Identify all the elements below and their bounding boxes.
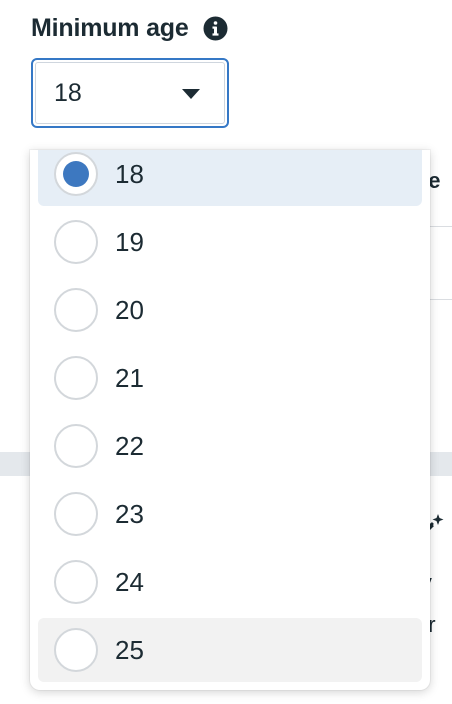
age-option[interactable]: 21: [38, 346, 422, 410]
radio-button[interactable]: [54, 356, 98, 400]
option-label: 22: [115, 430, 144, 461]
minimum-age-select[interactable]: 18: [31, 58, 229, 128]
field-label-text: Minimum age: [31, 14, 189, 42]
option-label: 19: [115, 226, 144, 257]
age-option[interactable]: 24: [38, 550, 422, 614]
radio-button[interactable]: [54, 492, 98, 536]
age-option[interactable]: 25: [38, 618, 422, 682]
option-label: 25: [115, 634, 144, 665]
age-option[interactable]: 23: [38, 482, 422, 546]
age-option[interactable]: 18: [38, 150, 422, 206]
info-icon[interactable]: [203, 16, 228, 41]
option-label: 18: [115, 158, 144, 189]
option-label: 21: [115, 362, 144, 393]
minimum-age-label: Minimum age: [31, 14, 228, 43]
radio-button[interactable]: [54, 560, 98, 604]
option-label: 24: [115, 566, 144, 597]
radio-dot: [63, 161, 89, 187]
age-dropdown-menu: 18 19 20 21 22 23 24 25: [30, 150, 430, 690]
selected-value: 18: [54, 78, 82, 107]
age-option[interactable]: 22: [38, 414, 422, 478]
radio-button[interactable]: [54, 288, 98, 332]
radio-button[interactable]: [54, 152, 98, 196]
option-label: 20: [115, 294, 144, 325]
age-option[interactable]: 20: [38, 278, 422, 342]
radio-button[interactable]: [54, 220, 98, 264]
age-option[interactable]: 19: [38, 210, 422, 274]
radio-button[interactable]: [54, 424, 98, 468]
radio-button[interactable]: [54, 628, 98, 672]
caret-down-icon: [181, 87, 201, 99]
option-label: 23: [115, 498, 144, 529]
